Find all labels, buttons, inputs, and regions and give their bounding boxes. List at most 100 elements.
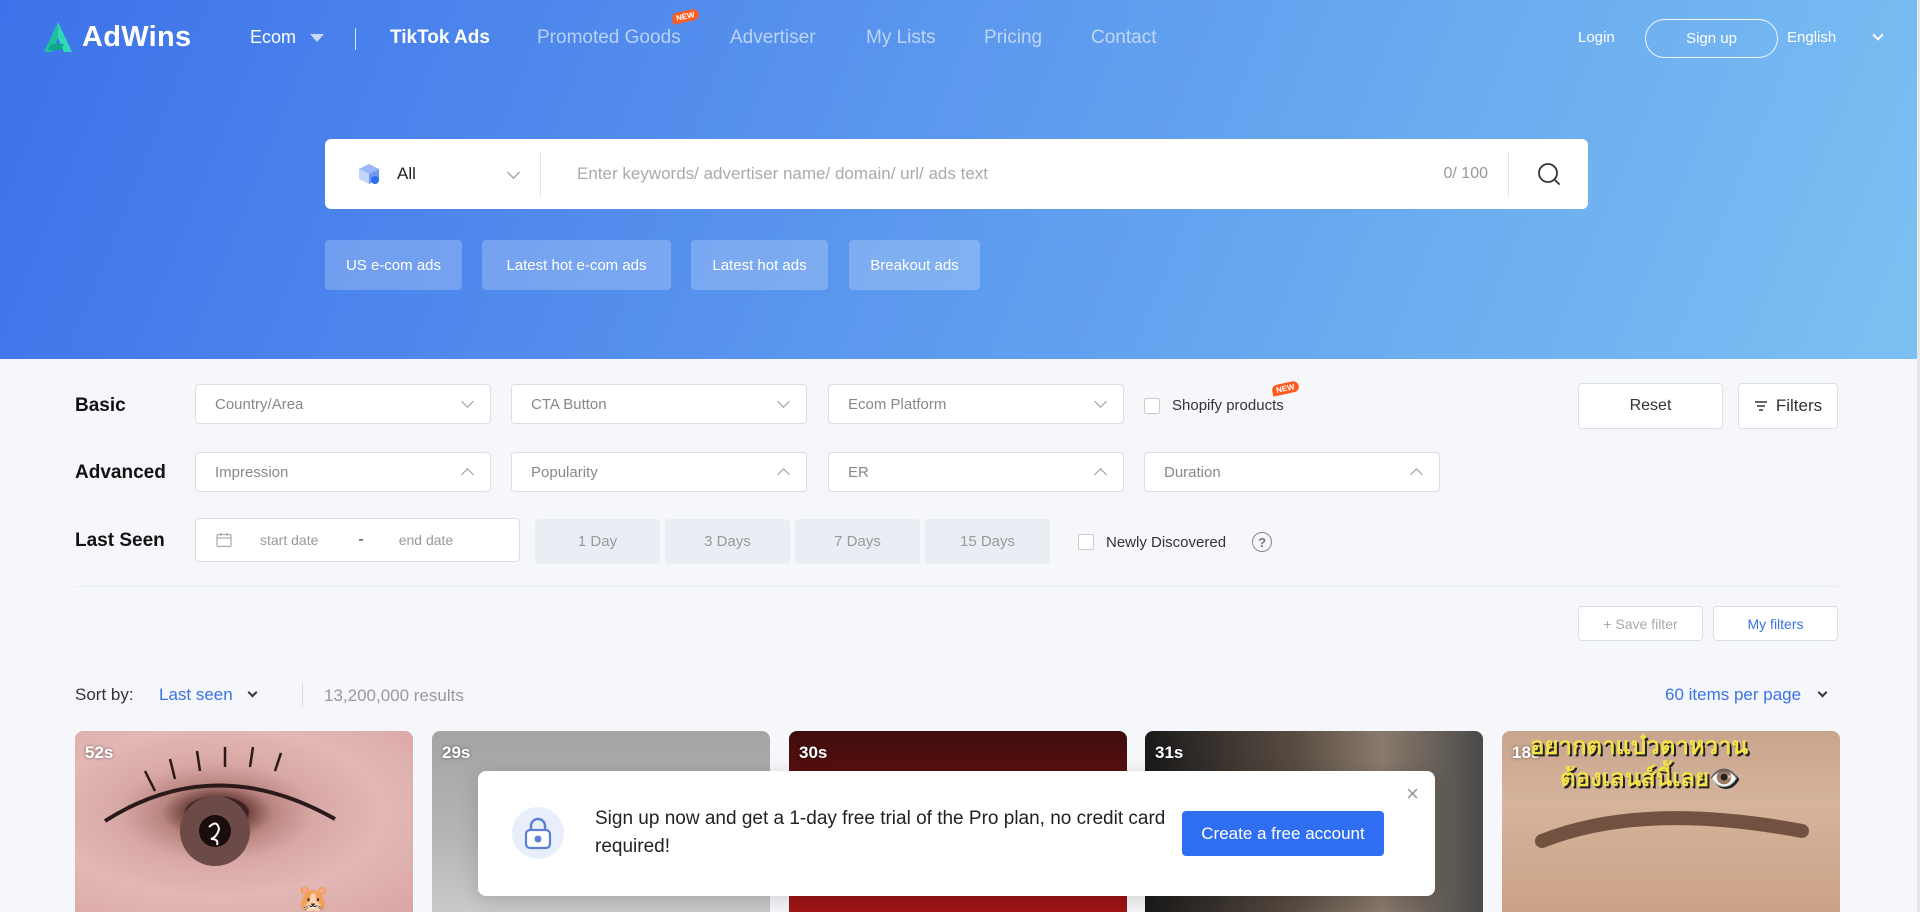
search-type-label: All xyxy=(397,164,416,183)
sort-by-label: Sort by: xyxy=(75,685,134,704)
nav-pricing[interactable]: Pricing xyxy=(984,27,1042,49)
new-badge: NEW xyxy=(1271,380,1300,397)
popularity-select[interactable]: Popularity xyxy=(511,452,807,492)
video-duration: 31s xyxy=(1155,743,1184,762)
search-type-select[interactable]: All xyxy=(325,139,540,209)
lock-icon-badge xyxy=(512,807,564,859)
date-range-picker[interactable]: start date - end date xyxy=(195,518,520,562)
video-duration: 29s xyxy=(442,743,471,762)
chevron-up-icon xyxy=(1094,468,1107,481)
chevron-down-icon xyxy=(1094,395,1107,408)
er-placeholder: ER xyxy=(848,463,869,481)
create-account-button[interactable]: Create a free account xyxy=(1182,811,1384,856)
nav-my-lists[interactable]: My Lists xyxy=(866,27,936,49)
video-duration: 30s xyxy=(799,743,828,762)
eye-thumbnail: 🐹 xyxy=(103,746,336,912)
quick-tag-latest-hot-ecom[interactable]: Latest hot e-com ads xyxy=(482,240,671,290)
basic-label: Basic xyxy=(75,395,126,416)
sort-value: Last seen xyxy=(159,685,233,704)
chevron-down-icon xyxy=(777,395,790,408)
impression-select[interactable]: Impression xyxy=(195,452,491,492)
per-page-select[interactable]: 60 items per page xyxy=(1665,685,1828,705)
checkbox-box[interactable] xyxy=(1144,397,1160,414)
filters-button-label: Filters xyxy=(1775,396,1823,415)
chevron-up-icon xyxy=(1410,468,1423,481)
range-1-day[interactable]: 1 Day xyxy=(535,519,660,564)
per-page-value: 60 items per page xyxy=(1665,685,1802,704)
sort-select[interactable]: Last seen xyxy=(159,685,258,705)
nav-promoted-goods[interactable]: Promoted Goods NEW xyxy=(537,8,700,49)
nav-contact[interactable]: Contact xyxy=(1091,27,1156,49)
overlay-text-line-2: ต้องเลนส์นี้เลย👁️ xyxy=(1560,765,1739,792)
search-char-counter: 0/ 100 xyxy=(1443,165,1488,182)
popup-message: Sign up now and get a 1-day free trial o… xyxy=(595,808,1166,857)
range-7-days[interactable]: 7 Days xyxy=(795,519,920,564)
svg-text:🐹: 🐹 xyxy=(297,883,329,912)
chevron-up-icon xyxy=(461,468,474,481)
chevron-up-icon xyxy=(777,468,790,481)
new-badge: NEW xyxy=(671,8,700,25)
chevron-down-icon xyxy=(461,395,474,408)
impression-placeholder: Impression xyxy=(215,463,289,481)
nav-divider xyxy=(355,28,356,50)
cta-button-select[interactable]: CTA Button xyxy=(511,384,807,424)
range-15-days[interactable]: 15 Days xyxy=(925,519,1050,564)
filters-button[interactable]: Filters xyxy=(1738,383,1838,429)
range-3-days[interactable]: 3 Days xyxy=(665,519,790,564)
logo[interactable]: AdWins xyxy=(42,20,191,54)
cube-icon xyxy=(359,164,379,184)
search-input[interactable] xyxy=(541,139,1444,209)
popularity-placeholder: Popularity xyxy=(531,463,598,481)
cta-button-placeholder: CTA Button xyxy=(531,395,607,413)
checkbox-box[interactable] xyxy=(1078,534,1094,550)
hero-banner: AdWins Ecom TikTok Ads Promoted Goods NE… xyxy=(0,0,1920,359)
top-nav: AdWins Ecom TikTok Ads Promoted Goods NE… xyxy=(0,0,1920,78)
country-area-select[interactable]: Country/Area xyxy=(195,384,491,424)
sort-divider xyxy=(302,683,303,707)
search-button[interactable] xyxy=(1508,151,1588,197)
duration-select[interactable]: Duration xyxy=(1144,452,1440,492)
video-duration: 52s xyxy=(85,743,114,762)
nav-advertiser[interactable]: Advertiser xyxy=(730,27,816,49)
quick-tag-us-ecom[interactable]: US e-com ads xyxy=(325,240,462,290)
my-filters-button[interactable]: My filters xyxy=(1713,606,1838,641)
end-date-input[interactable]: end date xyxy=(399,532,454,548)
help-icon[interactable]: ? xyxy=(1252,532,1273,552)
filter-icon xyxy=(1754,401,1767,411)
login-link[interactable]: Login xyxy=(1578,29,1615,46)
er-select[interactable]: ER xyxy=(828,452,1124,492)
nav-tiktok-ads[interactable]: TikTok Ads xyxy=(390,27,490,49)
ecom-label: Ecom xyxy=(250,27,297,47)
calendar-icon xyxy=(216,533,232,548)
signup-button[interactable]: Sign up xyxy=(1645,19,1778,58)
signup-popup: × Sign up now and get a 1-day free trial… xyxy=(478,771,1435,896)
search-icon xyxy=(1537,163,1560,185)
reset-button[interactable]: Reset xyxy=(1578,383,1723,429)
duration-placeholder: Duration xyxy=(1164,463,1221,481)
ecom-platform-select[interactable]: Ecom Platform xyxy=(828,384,1124,424)
ecom-dropdown[interactable]: Ecom xyxy=(250,27,325,48)
language-selector[interactable]: English xyxy=(1787,29,1884,46)
newly-discovered-label: Newly Discovered xyxy=(1106,533,1227,551)
filter-divider xyxy=(75,586,1838,587)
lock-icon xyxy=(524,817,552,850)
chevron-down-icon xyxy=(507,166,520,179)
language-label: English xyxy=(1787,29,1837,46)
shopify-products-checkbox[interactable]: Shopify products NEW xyxy=(1144,380,1300,414)
close-icon[interactable]: × xyxy=(1406,783,1419,805)
chevron-down-icon xyxy=(1817,687,1828,698)
newly-discovered-checkbox[interactable]: Newly Discovered ? xyxy=(1078,532,1273,552)
search-bar: All 0/ 100 xyxy=(325,139,1588,209)
country-area-placeholder: Country/Area xyxy=(215,395,304,413)
quick-tag-breakout[interactable]: Breakout ads xyxy=(849,240,980,290)
start-date-input[interactable]: start date xyxy=(260,532,318,548)
save-filter-button[interactable]: + Save filter xyxy=(1578,606,1703,641)
shopify-products-label: Shopify products xyxy=(1172,397,1284,414)
ad-card[interactable]: 🐹 52s xyxy=(75,731,413,912)
quick-tag-latest-hot[interactable]: Latest hot ads xyxy=(691,240,828,290)
last-seen-label: Last Seen xyxy=(75,530,165,551)
advanced-label: Advanced xyxy=(75,462,166,483)
caret-down-icon xyxy=(310,33,325,42)
ad-card[interactable]: 18s อยากตาแบ๋วตาหวาน ต้องเลนส์นี้เลย👁️ xyxy=(1502,731,1840,912)
nav-promoted-goods-label: Promoted Goods xyxy=(537,27,681,48)
